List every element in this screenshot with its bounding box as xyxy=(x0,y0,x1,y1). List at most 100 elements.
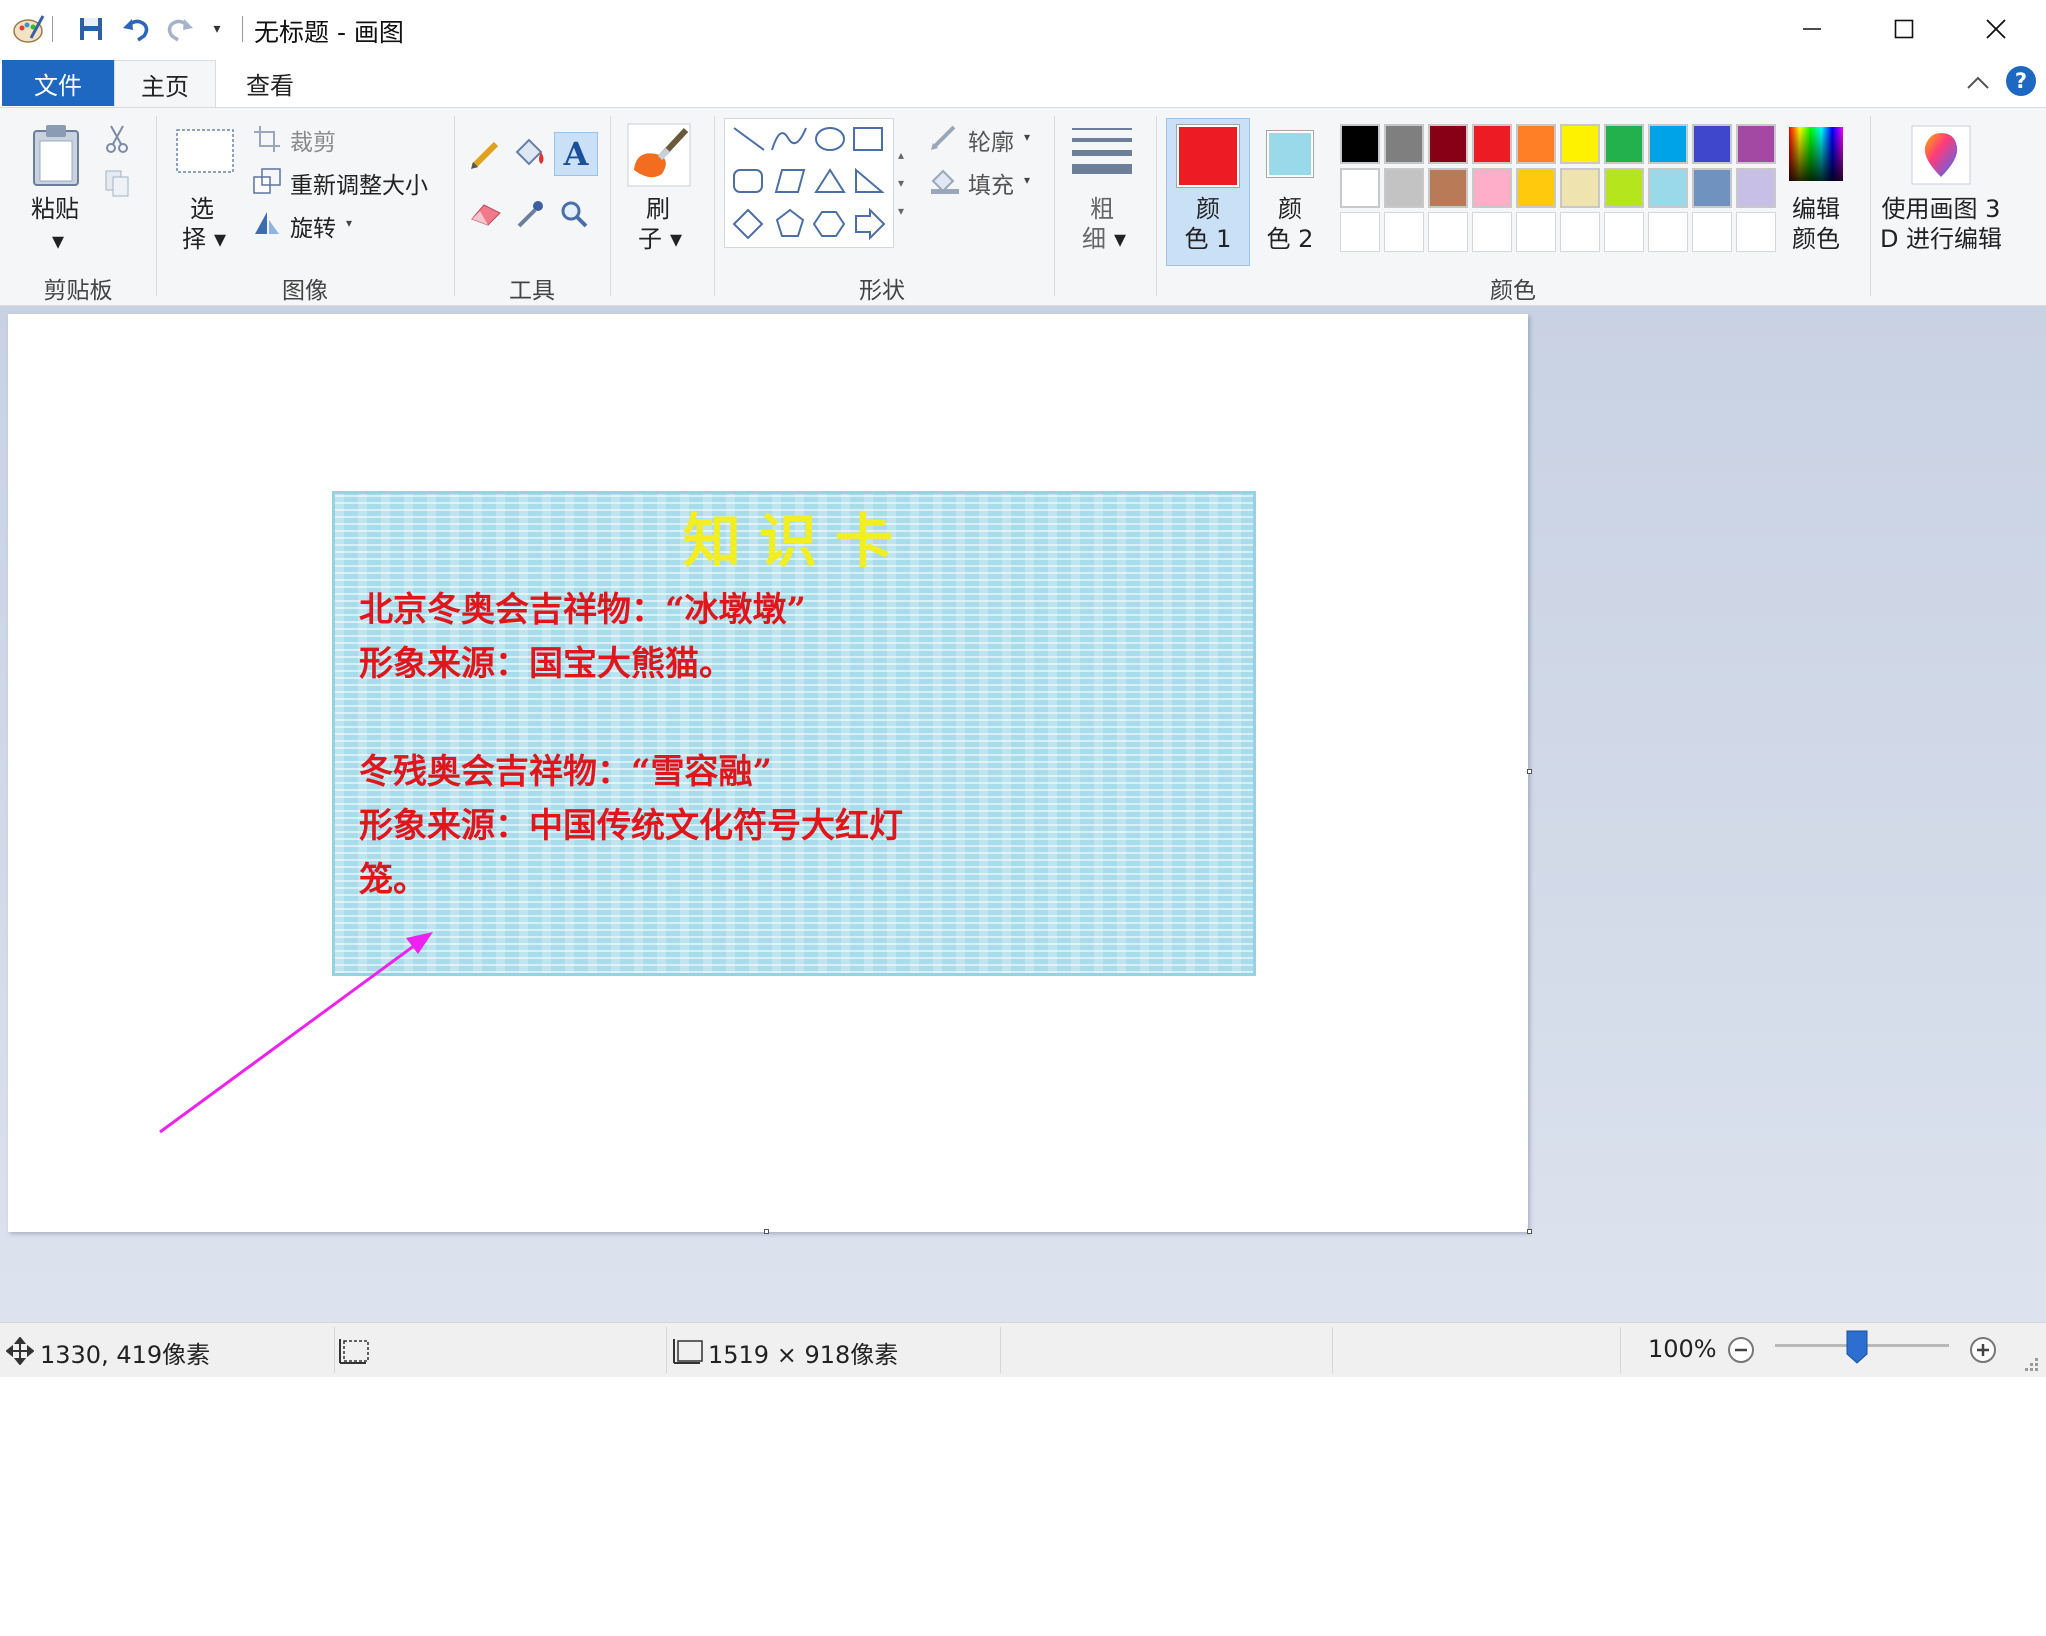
shapes-scroll[interactable]: ▴ ▾ ▾ xyxy=(892,118,910,248)
palette-custom-slot[interactable] xyxy=(1340,212,1380,252)
magnifier-icon xyxy=(561,201,588,228)
palette-custom-slot[interactable] xyxy=(1648,212,1688,252)
palette-custom-slot[interactable] xyxy=(1384,212,1424,252)
select-dropdown-caret[interactable]: ▾ xyxy=(212,224,228,254)
fill-icon xyxy=(928,166,962,196)
palette-swatch[interactable] xyxy=(1428,168,1468,208)
palette-swatch[interactable] xyxy=(1428,124,1468,164)
color2-label-2: 色 2 xyxy=(1266,225,1314,253)
rotate-button[interactable]: 旋转 xyxy=(290,209,336,243)
copy-icon xyxy=(105,170,129,197)
magnifier-button[interactable] xyxy=(554,194,594,234)
paint3d-button[interactable] xyxy=(1910,124,1972,186)
text-tool-button[interactable]: A xyxy=(554,132,598,176)
copy-button[interactable] xyxy=(102,166,132,200)
outline-dropdown-caret[interactable]: ▾ xyxy=(1024,130,1030,144)
palette-swatch[interactable] xyxy=(1340,124,1380,164)
collapse-ribbon-button[interactable] xyxy=(1960,68,1996,98)
help-button[interactable]: ? xyxy=(2006,66,2036,96)
palette-swatch[interactable] xyxy=(1604,124,1644,164)
pencil-button[interactable] xyxy=(466,134,506,174)
palette-swatch[interactable] xyxy=(1736,168,1776,208)
menu-bar: 文件 主页 查看 ? xyxy=(0,58,2046,108)
resize-icon xyxy=(252,166,282,196)
maximize-button[interactable] xyxy=(1858,0,1950,58)
undo-button[interactable] xyxy=(118,14,154,44)
tools-group-label: 工具 xyxy=(509,278,555,304)
canvas-resize-handle-right[interactable] xyxy=(1527,769,1532,774)
brushes-button[interactable] xyxy=(624,120,694,190)
zoom-slider-thumb[interactable] xyxy=(1846,1330,1868,1364)
paste-dropdown-caret[interactable]: ▾ xyxy=(50,226,66,256)
palette-swatch[interactable] xyxy=(1472,124,1512,164)
image-size-icon xyxy=(673,1339,703,1364)
eyedropper-icon xyxy=(517,201,543,228)
palette-custom-slot[interactable] xyxy=(1692,212,1732,252)
paint3d-label-2: D 进行编辑 xyxy=(1879,225,2003,253)
edit-colors-button[interactable] xyxy=(1786,124,1846,184)
palette-swatch[interactable] xyxy=(1692,168,1732,208)
palette-custom-slot[interactable] xyxy=(1736,212,1776,252)
fill-button[interactable]: 填充 xyxy=(968,166,1014,200)
color2-swatch xyxy=(1269,133,1311,175)
palette-swatch[interactable] xyxy=(1516,124,1556,164)
palette-swatch[interactable] xyxy=(1648,168,1688,208)
canvas-resize-handle-bottom[interactable] xyxy=(764,1229,769,1234)
palette-swatch[interactable] xyxy=(1736,124,1776,164)
palette-swatch[interactable] xyxy=(1472,168,1512,208)
palette-custom-slot[interactable] xyxy=(1516,212,1556,252)
shapes-gallery[interactable] xyxy=(724,118,894,248)
cut-button[interactable] xyxy=(102,122,132,156)
palette-swatch[interactable] xyxy=(1692,124,1732,164)
resize-grip-icon[interactable] xyxy=(2020,1353,2040,1373)
scissors-icon xyxy=(106,125,128,153)
fill-dropdown-caret[interactable]: ▾ xyxy=(1024,173,1030,187)
magenta-arrow-annotation xyxy=(159,932,433,1134)
size-button[interactable] xyxy=(1068,122,1136,184)
tab-view[interactable]: 查看 xyxy=(222,60,318,106)
eraser-button[interactable] xyxy=(466,194,506,234)
palette-swatch[interactable] xyxy=(1384,124,1424,164)
close-button[interactable] xyxy=(1950,0,2042,58)
palette-custom-slot[interactable] xyxy=(1428,212,1468,252)
outline-button[interactable]: 轮廓 xyxy=(968,123,1014,157)
customize-quick-access-dropdown[interactable]: ▾ xyxy=(206,14,228,44)
fill-bucket-button[interactable] xyxy=(510,134,550,174)
paint-app-icon[interactable] xyxy=(10,14,46,44)
canvas-workspace[interactable]: 知识卡 北京冬奥会吉祥物：“冰墩墩” 形象来源：国宝大熊猫。 冬残奥会吉祥物：“… xyxy=(0,306,2046,1626)
tab-file[interactable]: 文件 xyxy=(2,60,114,106)
zoom-out-button[interactable] xyxy=(1726,1335,1756,1365)
status-bar: 1330, 419像素 1519 × 918像素 100% xyxy=(0,1322,2046,1377)
color-picker-button[interactable] xyxy=(510,194,550,234)
palette-custom-slot[interactable] xyxy=(1560,212,1600,252)
undo-icon xyxy=(123,19,149,42)
selection-size-icon xyxy=(339,1339,369,1364)
palette-swatch[interactable] xyxy=(1648,124,1688,164)
palette-custom-slot[interactable] xyxy=(1604,212,1644,252)
palette-swatch[interactable] xyxy=(1516,168,1556,208)
color2-button[interactable] xyxy=(1266,130,1314,178)
redo-button[interactable] xyxy=(162,14,198,44)
minimize-button[interactable] xyxy=(1766,0,1858,58)
zoom-level: 100% xyxy=(1648,1335,1717,1363)
palette-custom-slot[interactable] xyxy=(1472,212,1512,252)
palette-swatch[interactable] xyxy=(1560,168,1600,208)
palette-swatch[interactable] xyxy=(1604,168,1644,208)
zoom-out-icon xyxy=(1728,1337,1754,1363)
resize-button[interactable]: 重新调整大小 xyxy=(290,166,428,200)
drawing-canvas[interactable]: 知识卡 北京冬奥会吉祥物：“冰墩墩” 形象来源：国宝大熊猫。 冬残奥会吉祥物：“… xyxy=(8,314,1528,1232)
save-button[interactable] xyxy=(74,14,108,44)
brushes-dropdown-caret[interactable]: ▾ xyxy=(668,224,684,254)
palette-swatch[interactable] xyxy=(1560,124,1600,164)
move-cross-icon xyxy=(6,1337,34,1365)
palette-swatch[interactable] xyxy=(1384,168,1424,208)
select-button[interactable] xyxy=(172,126,238,176)
canvas-resize-handle-corner[interactable] xyxy=(1527,1229,1532,1234)
paste-button[interactable] xyxy=(26,120,86,190)
rotate-dropdown-caret[interactable]: ▾ xyxy=(346,216,352,230)
tab-home[interactable]: 主页 xyxy=(114,60,216,108)
crop-button[interactable]: 裁剪 xyxy=(290,123,336,157)
zoom-in-button[interactable] xyxy=(1968,1335,1998,1365)
size-dropdown-caret[interactable]: ▾ xyxy=(1112,224,1128,254)
palette-swatch[interactable] xyxy=(1340,168,1380,208)
